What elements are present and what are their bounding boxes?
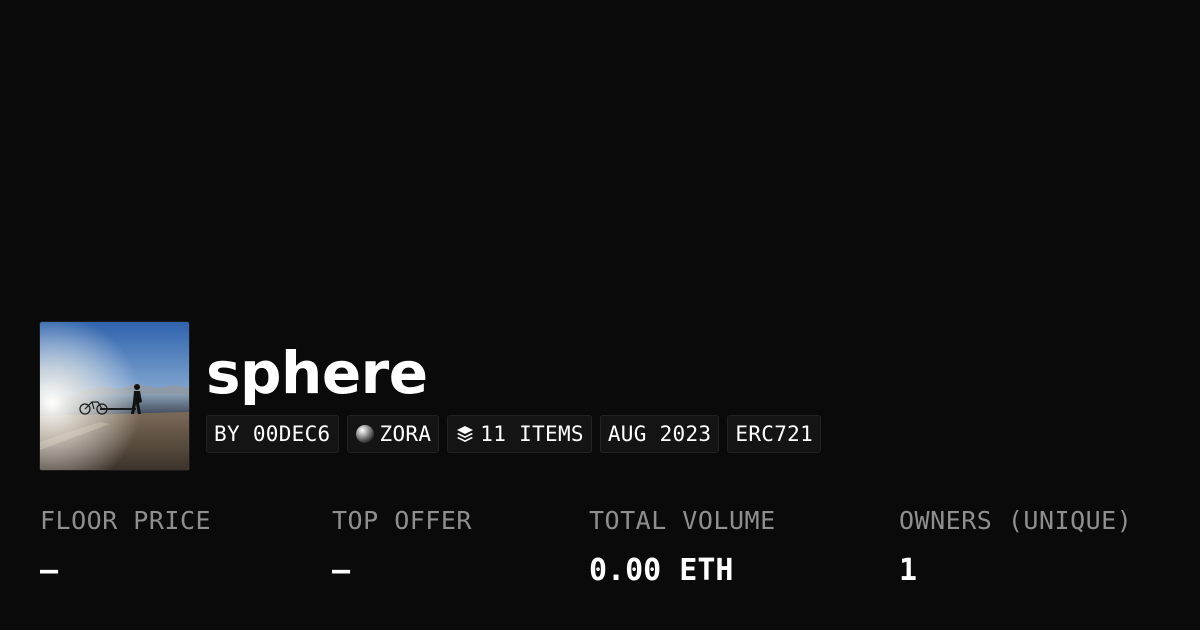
chain-tag[interactable]: ZORA	[346, 415, 440, 453]
collection-image	[40, 322, 189, 470]
collection-tags: BY 00DEC6 ZORA 11 ITEMS AUG 2023 ERC721	[206, 415, 822, 453]
stat-value: 1	[899, 553, 918, 588]
stat-floor-price: FLOOR PRICE –	[40, 503, 211, 589]
layers-icon	[455, 424, 475, 444]
stat-owners: OWNERS (UNIQUE) 1	[899, 503, 1132, 589]
creator-label: BY 00DEC6	[214, 422, 331, 446]
standard-label: ERC721	[735, 422, 814, 446]
stat-label: TOP OFFER	[332, 506, 472, 535]
date-label: AUG 2023	[607, 422, 712, 446]
stat-top-offer: TOP OFFER –	[332, 503, 472, 589]
items-tag[interactable]: 11 ITEMS	[447, 415, 592, 453]
stat-value: 0.00 ETH	[589, 553, 734, 588]
collection-title: sphere	[206, 339, 428, 407]
stat-label: FLOOR PRICE	[40, 506, 212, 535]
stat-label: TOTAL VOLUME	[589, 506, 776, 535]
collection-thumbnail	[40, 322, 189, 470]
items-label: 11 ITEMS	[480, 422, 584, 446]
date-tag: AUG 2023	[599, 415, 720, 453]
stat-total-volume: TOTAL VOLUME 0.00 ETH	[589, 503, 776, 589]
zora-orb-icon	[355, 424, 375, 444]
stat-value: –	[40, 553, 59, 588]
chain-label: ZORA	[379, 422, 432, 446]
standard-tag: ERC721	[727, 415, 822, 453]
stat-label: OWNERS (UNIQUE)	[899, 506, 1133, 535]
collection-card: sphere BY 00DEC6 ZORA 11 ITEMS AUG 2023 …	[0, 0, 1200, 630]
stat-value: –	[332, 553, 351, 588]
creator-tag[interactable]: BY 00DEC6	[206, 415, 339, 453]
